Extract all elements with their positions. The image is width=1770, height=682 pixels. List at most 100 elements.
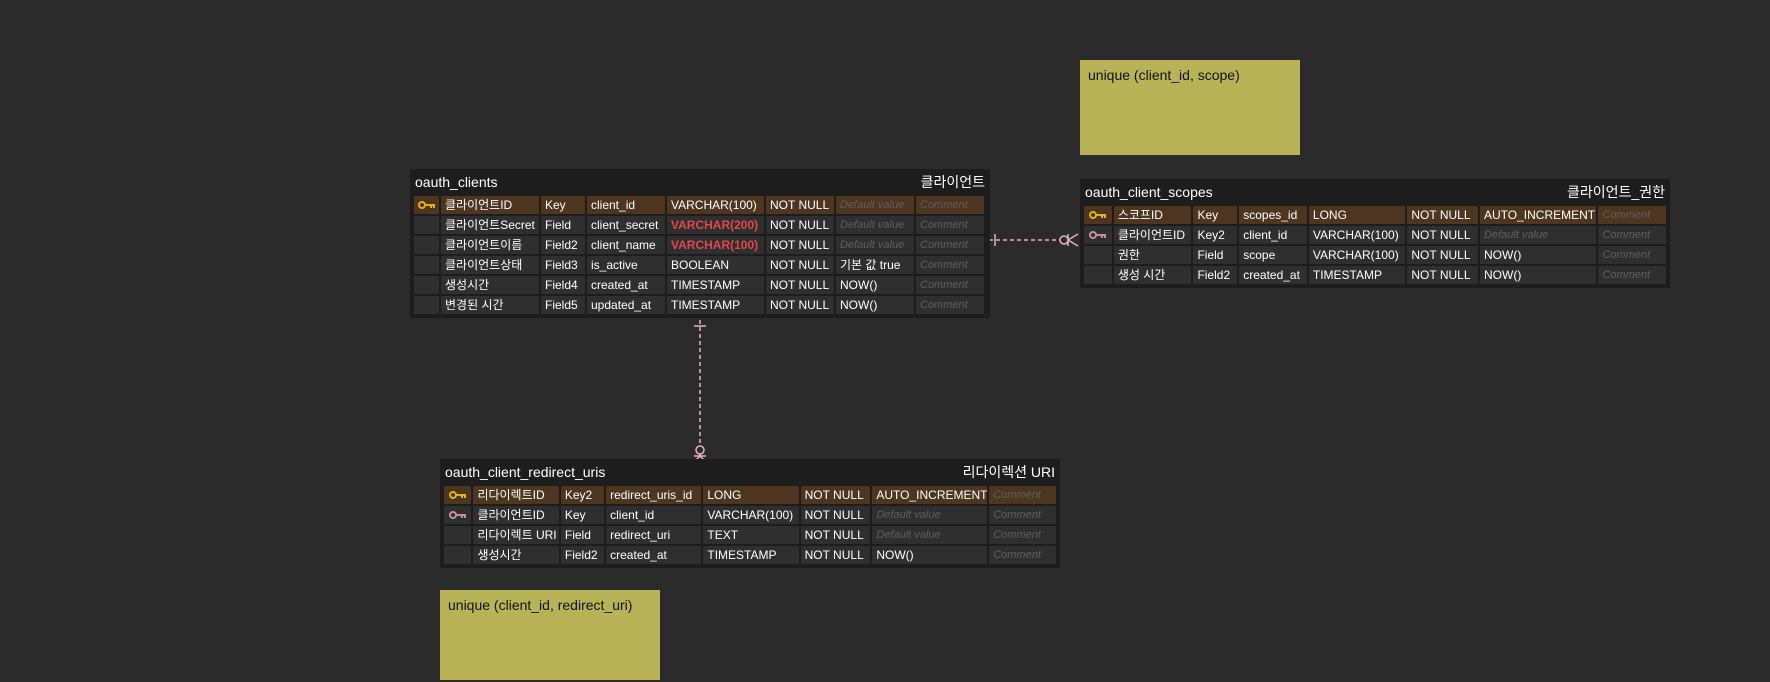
erd-canvas[interactable]: unique (client_id, scope) unique (client… [0,0,1770,682]
default-value[interactable]: Default value [836,196,914,214]
nullable[interactable]: NOT NULL [800,546,871,564]
domain-name[interactable]: Field4 [541,276,585,294]
domain-name[interactable]: Field2 [541,236,585,254]
column-comment[interactable]: Comment [989,506,1056,524]
physical-name[interactable]: created_at [587,276,665,294]
domain-name[interactable]: Key2 [1193,226,1238,244]
domain-name[interactable]: Field [560,526,605,544]
nullable[interactable]: NOT NULL [766,236,834,254]
column-row[interactable]: 리다이렉트ID Key2 redirect_uris_id LONG NOT NULL A… [443,485,1057,505]
key-cell[interactable] [444,546,472,564]
nullable[interactable]: NOT NULL [1407,206,1479,224]
logical-name[interactable]: 클라이언트상태 [441,256,539,274]
nullable[interactable]: NOT NULL [800,506,871,524]
data-type[interactable]: BOOLEAN [667,256,764,274]
domain-name[interactable]: Field2 [560,546,605,564]
nullable[interactable]: NOT NULL [800,526,871,544]
physical-name[interactable]: is_active [587,256,665,274]
column-row[interactable]: 권한 Field scope VARCHAR(100) NOT NULL NOW() Com… [1083,245,1667,265]
logical-name[interactable]: 생성시간 [473,546,559,564]
column-comment[interactable]: Comment [989,486,1056,504]
data-type[interactable]: LONG [1308,206,1406,224]
default-value[interactable]: NOW() [836,296,914,314]
key-cell[interactable] [414,296,439,314]
default-value[interactable]: AUTO_INCREMENT [872,486,988,504]
logical-name[interactable]: 스코프ID [1113,206,1192,224]
column-row[interactable]: 생성 시간 Field2 created_at TIMESTAMP NOT NULL NO… [1083,265,1667,285]
default-value[interactable]: NOW() [1480,246,1597,264]
column-comment[interactable]: Comment [1598,246,1667,264]
memo-unique-client-scope[interactable]: unique (client_id, scope) [1080,60,1300,155]
column-row[interactable]: 생성시간 Field4 created_at TIMESTAMP NOT NULL NOW… [413,275,987,295]
logical-name[interactable]: 클라이언트ID [473,506,559,524]
domain-name[interactable]: Field [1193,246,1238,264]
nullable[interactable]: NOT NULL [1407,246,1479,264]
column-row[interactable]: 클라이언트ID Key client_id VARCHAR(100) NOT NULL D… [413,195,987,215]
nullable[interactable]: NOT NULL [1407,226,1479,244]
data-type[interactable]: TIMESTAMP [667,296,764,314]
default-value[interactable]: NOW() [1480,266,1597,284]
column-comment[interactable]: Comment [1598,206,1667,224]
data-type[interactable]: LONG [703,486,799,504]
physical-name[interactable]: client_secret [587,216,665,234]
column-row[interactable]: 클라이언트ID Key client_id VARCHAR(100) NOT NULL D… [443,505,1057,525]
column-comment[interactable]: Comment [916,236,984,254]
physical-name[interactable]: created_at [606,546,702,564]
column-row[interactable]: 생성시간 Field2 created_at TIMESTAMP NOT NULL NOW… [443,545,1057,565]
logical-name[interactable]: 클라이언트ID [1113,226,1192,244]
memo-unique-client-redirect-uri[interactable]: unique (client_id, redirect_uri) [440,590,660,680]
key-cell[interactable] [1084,246,1112,264]
domain-name[interactable]: Field2 [1193,266,1238,284]
physical-name[interactable]: client_name [587,236,665,254]
key-cell[interactable] [414,276,439,294]
data-type[interactable]: VARCHAR(100) [667,236,764,254]
key-cell[interactable] [414,216,439,234]
table-oauth-client-redirect-uris[interactable]: oauth_client_redirect_uris 리다이렉션 URI 리다이… [440,459,1060,568]
table-oauth-clients[interactable]: oauth_clients 클라이언트 클라이언트ID Key client_id V… [410,169,990,318]
physical-name[interactable]: created_at [1239,266,1307,284]
data-type[interactable]: VARCHAR(200) [667,216,764,234]
default-value[interactable]: Default value [836,236,914,254]
column-comment[interactable]: Comment [989,526,1056,544]
column-comment[interactable]: Comment [916,196,984,214]
logical-name[interactable]: 생성 시간 [1113,266,1192,284]
column-row[interactable]: 클라이언트상태 Field3 is_active BOOLEAN NOT NULL 기본 … [413,255,987,275]
domain-name[interactable]: Key [1193,206,1238,224]
nullable[interactable]: NOT NULL [1407,266,1479,284]
data-type[interactable]: TIMESTAMP [1308,266,1406,284]
column-comment[interactable]: Comment [989,546,1056,564]
default-value[interactable]: Default value [872,526,988,544]
column-row[interactable]: 클라이언트Secret Field client_secret VARCHAR(200… [413,215,987,235]
nullable[interactable]: NOT NULL [766,196,834,214]
domain-name[interactable]: Key [560,506,605,524]
column-row[interactable]: 리다이렉트 URI Field redirect_uri TEXT NOT NULL De… [443,525,1057,545]
data-type[interactable]: VARCHAR(100) [703,506,799,524]
data-type[interactable]: VARCHAR(100) [1308,226,1406,244]
domain-name[interactable]: Field [541,216,585,234]
table-header[interactable]: oauth_client_redirect_uris 리다이렉션 URI [443,459,1057,485]
physical-name[interactable]: scope [1239,246,1307,264]
physical-name[interactable]: client_id [1239,226,1307,244]
nullable[interactable]: NOT NULL [766,216,834,234]
key-cell[interactable] [414,256,439,274]
logical-name[interactable]: 리다이렉트 URI [473,526,559,544]
key-cell[interactable] [414,196,439,214]
column-comment[interactable]: Comment [916,216,984,234]
key-cell[interactable] [444,506,472,524]
data-type[interactable]: TIMESTAMP [703,546,799,564]
domain-name[interactable]: Key [541,196,585,214]
column-comment[interactable]: Comment [916,256,984,274]
domain-name[interactable]: Field3 [541,256,585,274]
column-row[interactable]: 변경된 시간 Field5 updated_at TIMESTAMP NOT NULL N… [413,295,987,315]
logical-name[interactable]: 권한 [1113,246,1192,264]
key-cell[interactable] [414,236,439,254]
key-cell[interactable] [444,526,472,544]
key-cell[interactable] [1084,266,1112,284]
column-comment[interactable]: Comment [916,296,984,314]
default-value[interactable]: Default value [836,216,914,234]
data-type[interactable]: TEXT [703,526,799,544]
default-value[interactable]: 기본 값 true [836,256,914,274]
default-value[interactable]: AUTO_INCREMENT [1480,206,1597,224]
logical-name[interactable]: 클라이언트이름 [441,236,539,254]
logical-name[interactable]: 리다이렉트ID [473,486,559,504]
